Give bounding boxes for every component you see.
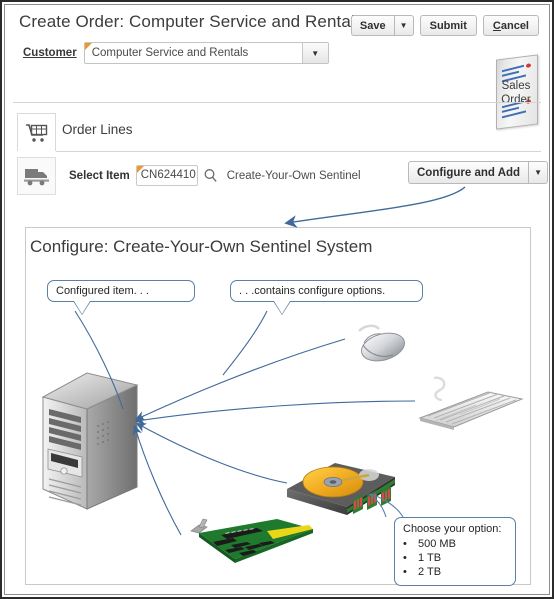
shopping-cart-icon bbox=[25, 123, 47, 142]
select-item-input[interactable]: CN624410 bbox=[135, 165, 198, 186]
option-label: 500 MB bbox=[418, 538, 456, 550]
cancel-label-rest: ancel bbox=[500, 19, 529, 32]
configure-and-add-dropdown-arrow-icon[interactable]: ▼ bbox=[528, 161, 549, 184]
customer-field-row: Customer Computer Service and Rentals ▼ bbox=[23, 42, 329, 64]
callout-configured-item: Configured item. . . bbox=[47, 280, 195, 315]
application-page: Create Order: Computer Service and Renta… bbox=[5, 5, 549, 594]
customer-value: Computer Service and Rentals bbox=[91, 47, 249, 59]
option-item-2: • 2 TB bbox=[403, 565, 507, 579]
save-dropdown-arrow-icon[interactable]: ▼ bbox=[393, 15, 414, 36]
screenshot-root: Create Order: Computer Service and Renta… bbox=[0, 0, 554, 599]
header-divider bbox=[13, 102, 541, 103]
order-lines-tab[interactable] bbox=[17, 113, 56, 151]
save-button[interactable]: Save bbox=[350, 15, 394, 36]
configure-and-add-button[interactable]: Configure and Add bbox=[408, 161, 529, 184]
option-item-1: • 1 TB bbox=[403, 551, 507, 565]
memory-expansion-card-image bbox=[190, 518, 313, 563]
item-search-icon[interactable] bbox=[203, 168, 219, 184]
cancel-button[interactable]: Cancel bbox=[482, 15, 539, 36]
configure-panel-title: Configure: Create-Your-Own Sentinel Syst… bbox=[30, 237, 373, 256]
callout-contains-options-text: . . .contains configure options. bbox=[239, 285, 386, 297]
submit-button[interactable]: Submit bbox=[419, 15, 477, 36]
bullet-icon: • bbox=[403, 566, 407, 578]
select-item-value: CN624410 bbox=[140, 169, 196, 181]
select-item-row: Select Item CN624410 Create-Your-Own Sen… bbox=[69, 165, 361, 186]
callout-configured-item-text: Configured item. . . bbox=[56, 285, 149, 297]
tab-divider bbox=[56, 151, 541, 152]
computer-tower-image bbox=[41, 372, 139, 510]
customer-input[interactable]: Computer Service and Rentals ▼ bbox=[83, 42, 329, 64]
option-label: 1 TB bbox=[418, 552, 442, 564]
truck-icon bbox=[23, 169, 49, 186]
required-indicator-icon bbox=[84, 43, 92, 50]
page-title: Create Order: Computer Service and Renta… bbox=[19, 12, 364, 31]
bullet-icon: • bbox=[403, 552, 407, 564]
select-item-description: Create-Your-Own Sentinel bbox=[226, 169, 361, 182]
header-action-buttons: Save ▼ Submit Cancel bbox=[350, 15, 539, 36]
choose-option-heading: Choose your option: bbox=[403, 523, 502, 535]
save-split-button: Save ▼ bbox=[350, 15, 414, 36]
option-label: 2 TB bbox=[418, 566, 442, 578]
computer-mouse-image bbox=[358, 324, 405, 362]
bullet-icon: • bbox=[403, 538, 407, 550]
cancel-accesskey: C bbox=[492, 19, 501, 32]
callout-choose-option: Choose your option: • 500 MB • 1 TB • 2 … bbox=[394, 517, 516, 586]
configure-and-add-split-button: Configure and Add ▼ bbox=[408, 161, 549, 184]
select-item-label: Select Item bbox=[69, 169, 130, 182]
keyboard-image bbox=[418, 376, 524, 430]
option-item-0: • 500 MB bbox=[403, 537, 507, 551]
fulfillment-tab[interactable] bbox=[17, 157, 56, 195]
sales-order-badge: Sales Order bbox=[492, 54, 540, 130]
customer-label: Customer bbox=[23, 47, 77, 59]
order-lines-title: Order Lines bbox=[62, 122, 133, 137]
callout-contains-options: . . .contains configure options. bbox=[230, 280, 423, 315]
customer-dropdown-icon[interactable]: ▼ bbox=[301, 43, 328, 63]
